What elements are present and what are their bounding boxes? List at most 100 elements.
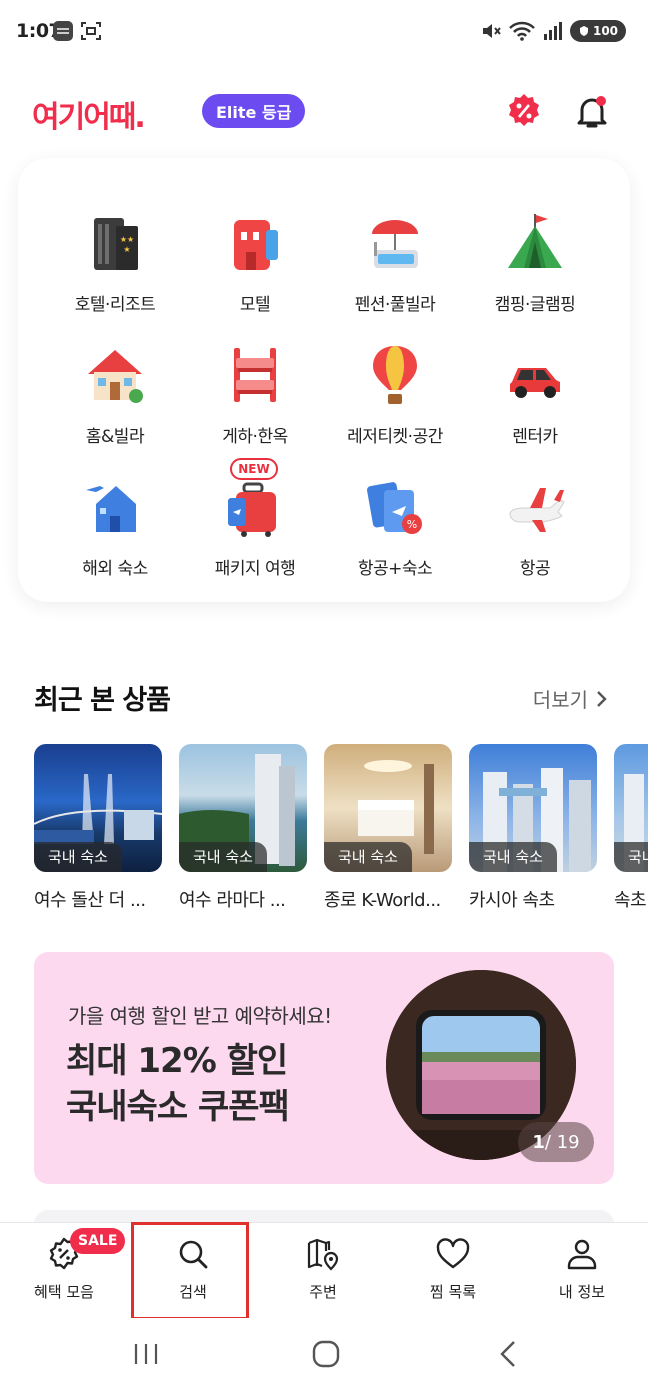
bottom-navigation: SALE 혜택 모음 검색 주변 찜 목록 내 정보 xyxy=(0,1222,648,1318)
category-label: 호텔·리조트 xyxy=(74,295,156,315)
recent-product-card[interactable]: 국내 숙소 여수 라마다 ... xyxy=(179,744,307,912)
back-icon xyxy=(500,1341,515,1367)
signal-icon xyxy=(542,20,564,46)
category-label: 캠핑·글램핑 xyxy=(494,295,576,315)
back-button[interactable] xyxy=(488,1334,528,1374)
category-label: 모텔 xyxy=(239,295,271,315)
banner-page-indicator: 1 / 19 xyxy=(518,1122,594,1162)
product-name: 종로 K-World... xyxy=(324,890,441,911)
app-header: 여기어때. Elite 등급 xyxy=(0,80,648,144)
luggage-icon xyxy=(228,482,276,537)
battery-indicator: 100 xyxy=(570,20,626,42)
recent-product-card[interactable]: 국내 숙소 여수 돌산 더 ... xyxy=(34,744,162,912)
category-label: 항공 xyxy=(519,559,551,579)
product-thumbnail: 국내 숙소 xyxy=(469,744,597,872)
category-label: 펜션·풀빌라 xyxy=(354,295,436,315)
recent-product-card[interactable]: 국내 숙소 속초 xyxy=(614,744,648,912)
heart-icon xyxy=(436,1238,470,1269)
product-tag: 국내 숙소 xyxy=(179,842,267,872)
product-tag: 국내 숙소 xyxy=(614,842,648,872)
pool-villa-icon xyxy=(372,220,418,268)
bunk-bed-icon xyxy=(234,348,276,402)
rental-car-icon xyxy=(510,368,560,398)
house-icon xyxy=(88,350,143,403)
nav-wishlist[interactable]: 찜 목록 xyxy=(393,1223,513,1319)
svg-text:★: ★ xyxy=(123,245,130,254)
status-bar: 1:07 100 xyxy=(0,0,648,64)
category-home-villa[interactable]: 홈&빌라 xyxy=(40,344,190,464)
product-thumbnail: 국내 숙소 xyxy=(179,744,307,872)
recent-section-title: 최근 본 상품 xyxy=(34,685,171,716)
category-motel[interactable]: 모텔 xyxy=(180,212,330,332)
home-button[interactable] xyxy=(306,1334,346,1374)
screenshot-icon xyxy=(80,20,102,46)
recent-apps-button[interactable] xyxy=(126,1334,166,1374)
motel-icon xyxy=(234,220,278,270)
banner-page-current: 1 xyxy=(532,1131,545,1153)
product-thumbnail: 국내 숙소 xyxy=(324,744,452,872)
category-camping-glamping[interactable]: 캠핑·글램핑 xyxy=(460,212,610,332)
category-label: 홈&빌라 xyxy=(85,427,145,447)
product-name: 여수 라마다 ... xyxy=(179,890,286,911)
product-name: 여수 돌산 더 ... xyxy=(34,890,146,911)
battery-level: 100 xyxy=(592,24,619,38)
discount-percent-icon xyxy=(509,94,539,126)
coupon-button[interactable] xyxy=(505,92,543,130)
category-hotel-resort[interactable]: ★★ ★ 호텔·리조트 xyxy=(40,212,190,332)
person-icon xyxy=(567,1239,597,1270)
banner-subtitle: 가을 여행 할인 받고 예약하세요! xyxy=(68,1004,332,1028)
product-tag: 국내 숙소 xyxy=(324,842,412,872)
recent-apps-icon xyxy=(134,1344,158,1364)
product-thumbnail: 국내 숙소 xyxy=(614,744,648,872)
nav-my-info[interactable]: 내 정보 xyxy=(522,1223,642,1319)
notification-app-icon xyxy=(52,20,74,46)
category-guesthouse-hanok[interactable]: 게하·한옥 xyxy=(180,344,330,464)
home-icon xyxy=(312,1340,340,1368)
category-pension-poolvilla[interactable]: 펜션·풀빌라 xyxy=(320,212,470,332)
category-package-tour[interactable]: NEW 패키지 여행 xyxy=(180,458,330,596)
category-card: ★★ ★ 호텔·리조트 모텔 펜션·풀빌라 캠핑·글램핑 홈&빌라 게하·한옥 … xyxy=(18,158,630,602)
recent-product-card[interactable]: 국내 숙소 카시아 속초 xyxy=(469,744,597,912)
recent-product-card[interactable]: 국내 숙소 종로 K-World... xyxy=(324,744,452,912)
airplane-icon xyxy=(509,488,565,532)
category-label: 렌터카 xyxy=(512,427,558,447)
system-navigation-bar xyxy=(0,1318,648,1390)
category-flight[interactable]: 항공 xyxy=(460,476,610,596)
category-label: 게하·한옥 xyxy=(222,427,288,447)
app-logo[interactable]: 여기어때. xyxy=(32,92,146,136)
product-tag: 국내 숙소 xyxy=(469,842,557,872)
nav-nearby[interactable]: 주변 xyxy=(263,1223,383,1319)
flight-hotel-icon: % xyxy=(367,482,422,534)
overseas-house-icon xyxy=(86,486,136,532)
product-name: 카시아 속초 xyxy=(469,890,555,911)
camping-tent-icon xyxy=(508,214,562,268)
category-label: 항공+숙소 xyxy=(357,559,433,579)
wifi-icon xyxy=(508,20,536,46)
hot-air-balloon-icon xyxy=(373,346,417,404)
notification-button[interactable] xyxy=(572,92,612,132)
chevron-right-icon xyxy=(597,690,607,707)
banner-title: 최대 12% 할인 국내숙소 쿠폰팩 xyxy=(66,1038,290,1130)
promo-banner[interactable]: 가을 여행 할인 받고 예약하세요! 최대 12% 할인 국내숙소 쿠폰팩 1 … xyxy=(34,952,614,1184)
recent-more-link[interactable]: 더보기 xyxy=(533,684,608,713)
nav-label: 주변 xyxy=(309,1283,337,1301)
nav-label: 내 정보 xyxy=(558,1283,606,1301)
category-overseas-stay[interactable]: 해외 숙소 xyxy=(40,476,190,596)
shield-icon xyxy=(579,26,588,36)
product-name: 속초 xyxy=(614,890,647,911)
banner-title-line1: 최대 12% 할인 xyxy=(66,1041,288,1081)
more-link-label: 더보기 xyxy=(532,688,588,712)
nav-label: 혜택 모음 xyxy=(34,1283,94,1301)
category-leisure-ticket-space[interactable]: 레저티켓·공간 xyxy=(320,344,470,464)
svg-text:★★: ★★ xyxy=(120,235,134,244)
category-flight-hotel[interactable]: % 항공+숙소 xyxy=(320,476,470,596)
hotel-building-icon: ★★★ xyxy=(94,218,138,270)
category-label: 레저티켓·공간 xyxy=(347,427,443,447)
category-rental-car[interactable]: 렌터카 xyxy=(460,344,610,464)
membership-grade-badge[interactable]: Elite 등급 xyxy=(202,94,306,128)
recent-products-list[interactable]: 국내 숙소 여수 돌산 더 ... 국내 숙소 여수 라마다 ... 국내 숙소… xyxy=(34,744,648,924)
sale-badge: SALE xyxy=(70,1228,126,1254)
svg-text:%: % xyxy=(407,518,417,531)
product-tag: 국내 숙소 xyxy=(34,842,122,872)
nav-benefits[interactable]: SALE 혜택 모음 xyxy=(4,1223,126,1319)
